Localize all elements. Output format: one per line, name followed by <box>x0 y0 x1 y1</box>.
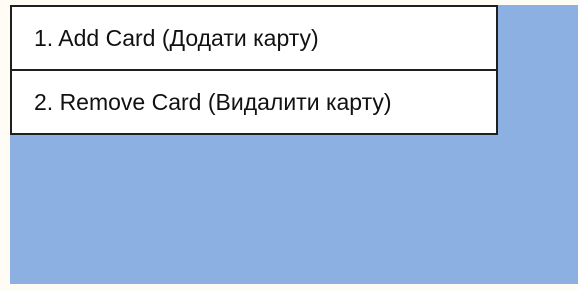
menu-item-label: 1. Add Card (Додати карту) <box>34 24 319 51</box>
menu-item-remove-card[interactable]: 2. Remove Card (Видалити карту) <box>10 69 498 135</box>
menu-item-add-card[interactable]: 1. Add Card (Додати карту) <box>10 5 498 71</box>
screen: 1. Add Card (Додати карту) 2. Remove Car… <box>0 0 578 290</box>
menu-item-label: 2. Remove Card (Видалити карту) <box>34 88 392 115</box>
card-menu: 1. Add Card (Додати карту) 2. Remove Car… <box>10 5 498 135</box>
